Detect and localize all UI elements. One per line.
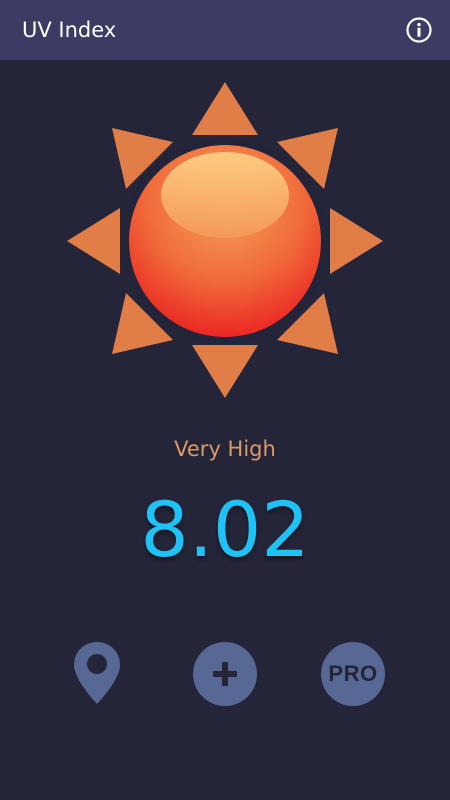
uv-index-value: 8.02 bbox=[140, 485, 310, 574]
add-button[interactable] bbox=[193, 642, 257, 706]
plus-icon bbox=[213, 662, 237, 686]
location-pin-icon bbox=[74, 642, 120, 704]
app-title: UV Index bbox=[22, 18, 117, 42]
uv-level-label: Very High bbox=[174, 437, 276, 461]
app-bar: UV Index bbox=[0, 0, 450, 60]
sun-icon bbox=[66, 82, 384, 400]
pro-label: PRO bbox=[328, 661, 378, 686]
location-button[interactable] bbox=[72, 640, 122, 706]
pro-button[interactable]: PRO bbox=[321, 642, 385, 706]
info-icon[interactable] bbox=[405, 16, 433, 44]
